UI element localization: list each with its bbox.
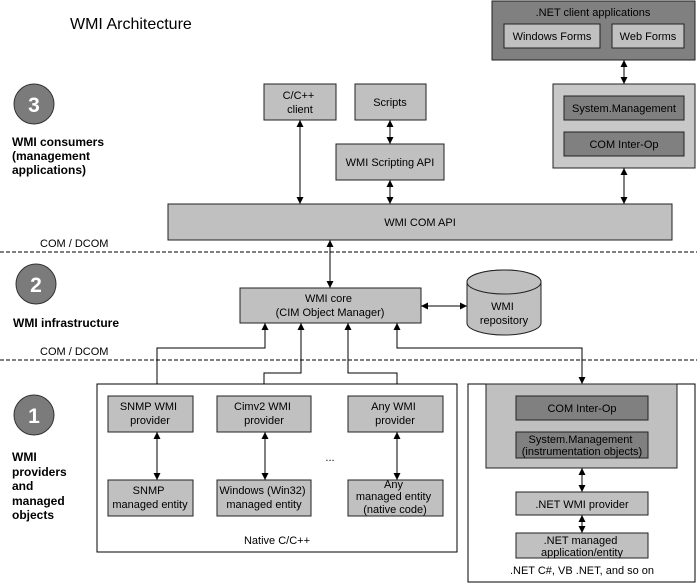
snmp-provider-label-line: SNMP WMI: [120, 401, 177, 413]
com-api-label: WMI COM API: [384, 217, 456, 229]
any-entity-label-line: Any: [384, 479, 403, 491]
instrumentation-objects-label: System.Management (instrumentation objec…: [522, 434, 642, 458]
dotnet-managed-entity-label-line: .NET managed: [544, 535, 618, 547]
layer-3-label: WMI consumers (management applications): [12, 135, 107, 177]
snmp-provider-label-line: provider: [130, 415, 170, 427]
ellipsis-more-providers: ...: [325, 452, 334, 464]
windows-entity-label-line: Windows (Win32): [219, 485, 305, 497]
any-provider-label-line: Any WMI: [371, 401, 416, 413]
repository-label-line: WMI: [491, 301, 514, 313]
layer-1-label-line: providers: [12, 465, 67, 479]
dotnet-managed-entity-label: .NET managed application/entity: [541, 535, 623, 559]
layer-2-badge: 2: [15, 263, 57, 305]
instrumentation-objects-label-line: (instrumentation objects): [522, 446, 642, 458]
repository-label-line: repository: [480, 315, 529, 327]
cimv2-provider-label-line: provider: [244, 415, 284, 427]
cpp-client-label-line: client: [287, 104, 313, 116]
snmp-entity-label-line: SNMP: [133, 485, 165, 497]
scripting-api-label: WMI Scripting API: [346, 157, 435, 169]
layer-1-number: 1: [28, 405, 40, 428]
windows-entity-label-line: managed entity: [226, 499, 302, 511]
layer-3-label-line: (management: [12, 149, 90, 163]
diagram-title: WMI Architecture: [70, 16, 192, 33]
cpp-client-label-line: C/C++: [283, 90, 315, 102]
com-interop-label: COM Inter-Op: [589, 139, 658, 151]
layer-1-badge: 1: [13, 394, 55, 436]
dotnet-managed-entity-label-line: application/entity: [541, 547, 623, 559]
wmi-architecture-diagram: WMI Architecture 3 WMI consumers (manage…: [0, 0, 697, 583]
wmi-core-label-line: WMI core: [305, 293, 352, 305]
dotnet-client-apps: .NET client applications Windows Forms W…: [491, 0, 696, 61]
layer-2-label: WMI infrastructure: [13, 316, 119, 330]
dotnet-wmi-provider-label: .NET WMI provider: [535, 499, 629, 511]
layer-1-label-line: WMI: [12, 450, 37, 464]
layer-2-number: 2: [30, 274, 42, 297]
layer-3-label-line: WMI consumers: [12, 135, 104, 149]
any-entity-label-line: managed entity: [356, 491, 432, 503]
windows-forms-label: Windows Forms: [513, 31, 592, 43]
repository-top: [466, 269, 542, 295]
any-entity-label-line: (native code): [363, 504, 427, 516]
layer-3-badge: 3: [13, 83, 55, 125]
wmi-core-label-line: (CIM Object Manager): [276, 307, 385, 319]
cimv2-provider-label-line: Cimv2 WMI: [234, 401, 291, 413]
wmi-repository-cylinder: WMI repository: [466, 269, 542, 336]
separator-label-upper: COM / DCOM: [40, 238, 108, 250]
layer-1-label: WMI providers and managed objects: [12, 450, 70, 522]
layer-3-number: 3: [28, 94, 40, 117]
layer-3-label-line: applications): [12, 163, 86, 177]
web-forms-label: Web Forms: [620, 31, 677, 43]
layer-1-label-line: and: [12, 479, 33, 493]
instrumentation-objects-label-line: System.Management: [529, 434, 633, 446]
system-management-stack: System.Management COM Inter-Op: [552, 83, 696, 169]
separator-label-lower: COM / DCOM: [40, 346, 108, 358]
dotnet-client-apps-title: .NET client applications: [536, 7, 651, 19]
scripts-label: Scripts: [373, 97, 407, 109]
dotnet-com-interop-label: COM Inter-Op: [547, 403, 616, 415]
snmp-entity-label-line: managed entity: [112, 499, 188, 511]
layer-1-label-line: managed: [12, 494, 65, 508]
layer-1-label-line: objects: [12, 508, 54, 522]
dotnet-languages-label: .NET C#, VB .NET, and so on: [510, 565, 654, 577]
system-management-label: System.Management: [572, 103, 676, 115]
any-provider-label-line: provider: [375, 415, 415, 427]
native-label: Native C/C++: [244, 535, 310, 547]
